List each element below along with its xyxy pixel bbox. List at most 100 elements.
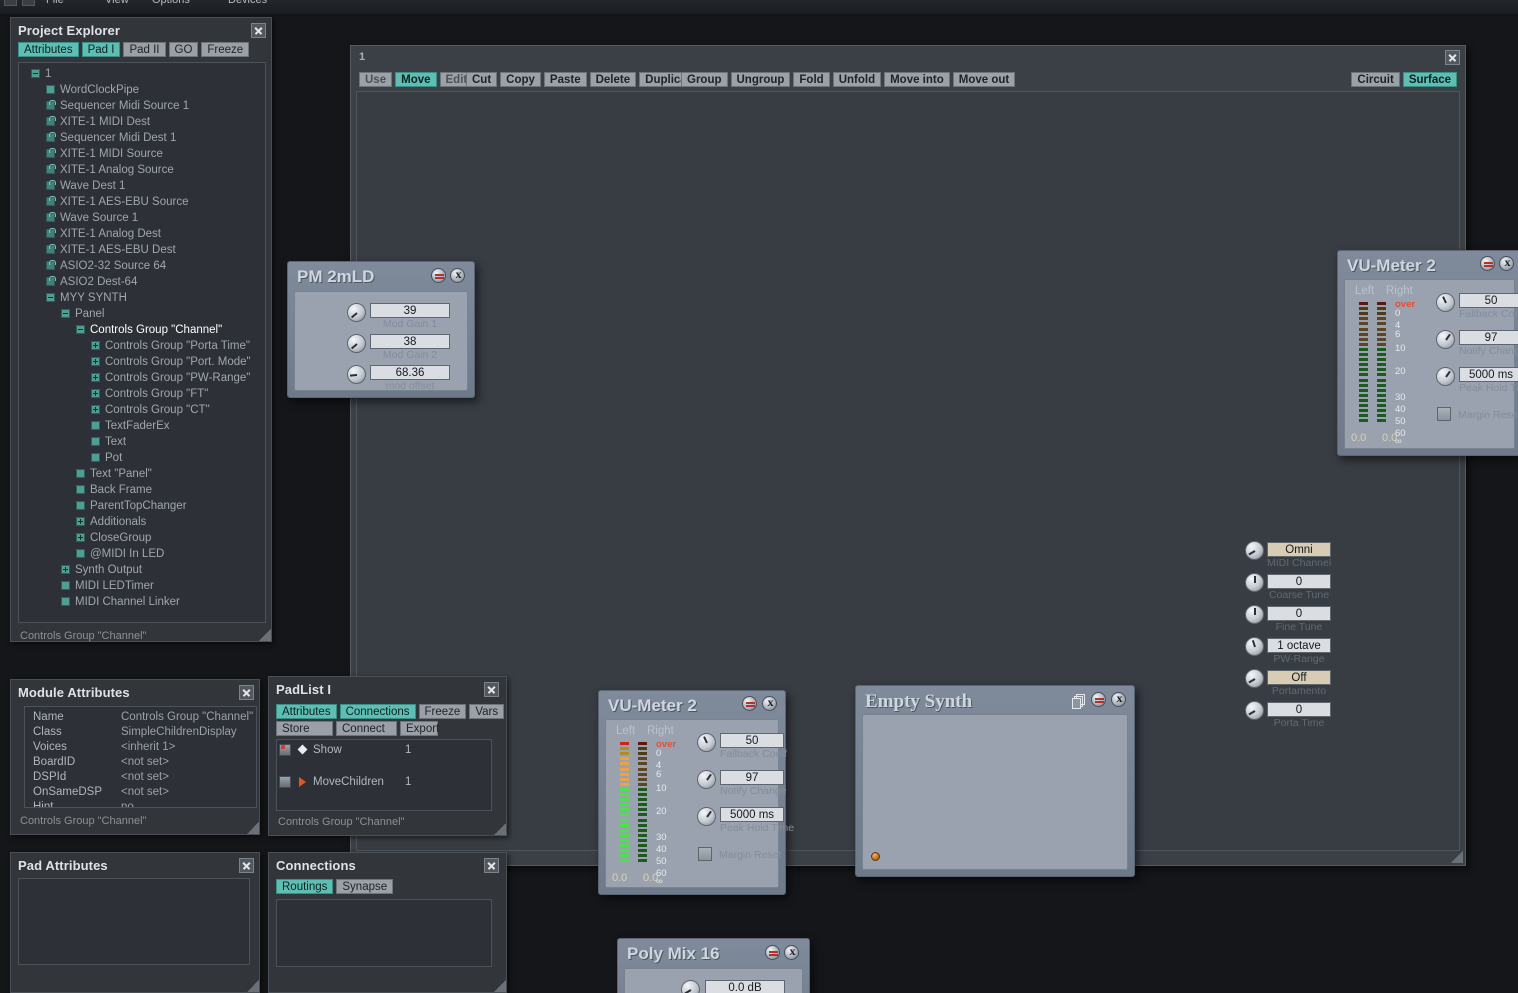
tree-item[interactable]: XITE-1 AES-EBU Source [23,194,265,210]
tree-item[interactable]: MYY SYNTH [23,290,265,306]
connections-tab-routings[interactable]: Routings [276,879,334,894]
paste-button[interactable]: Paste [543,72,587,87]
module-attributes-close-button[interactable] [239,685,254,700]
attribute-row[interactable]: BoardID <not set> [33,755,256,770]
pad-attributes-grid[interactable] [18,878,250,965]
system-menu-button[interactable] [4,0,17,6]
padlist-export-button[interactable]: Export [400,721,439,736]
poly-mix-window[interactable]: Poly Mix 16 0.0 dB [617,938,810,993]
vumeter-top-close-button[interactable] [1499,255,1515,271]
tree-item[interactable]: Wave Source 1 [23,210,265,226]
tree-item[interactable]: MIDI Channel Linker [23,594,265,610]
tree-item[interactable]: Sequencer Midi Dest 1 [23,130,265,146]
surface-ctrl-4-knob[interactable] [1245,669,1264,688]
vumeter_top-ctrl-0-value[interactable]: 50 [1459,293,1518,308]
expand-icon[interactable] [91,405,100,415]
tree-item[interactable]: XITE-1 Analog Dest [23,226,265,242]
connections-list[interactable] [276,899,492,967]
copy-button[interactable]: Copy [500,72,541,87]
surface-ctrl-1-knob[interactable] [1245,573,1264,592]
vumeter_mid-ctrl-2-knob[interactable] [697,807,716,826]
copy-icon[interactable] [1072,694,1086,709]
tree-item[interactable]: Back Frame [23,482,265,498]
tree-item[interactable]: Wave Dest 1 [23,178,265,194]
move-out-button[interactable]: Move out [952,72,1016,87]
pm2mld-minimize-button[interactable] [431,268,446,283]
padlist-row[interactable]: MoveChildren 1 [277,758,491,788]
surface-ctrl-0-knob[interactable] [1245,541,1264,560]
tree-item[interactable]: Text [23,434,265,450]
vumeter-top-window[interactable]: VU-Meter 2 LeftRightover046102030405060∞… [1337,250,1518,456]
vumeter_top-ctrl-2-knob[interactable] [1436,367,1455,386]
delete-button[interactable]: Delete [589,72,637,87]
group-button[interactable]: Group [681,72,728,87]
polymix-ctrl-0-knob[interactable] [681,980,700,993]
pm2mld-ctrl-1-value[interactable]: 38 [370,334,450,349]
collapse-icon[interactable] [31,69,40,79]
tree-item[interactable]: Pot [23,450,265,466]
polymix-ctrl-0-value[interactable]: 0.0 dB [705,980,785,993]
padlist-connect-button[interactable]: Connect [336,721,397,736]
fold-button[interactable]: Fold [793,72,830,87]
tree-item[interactable]: WordClockPipe [23,82,265,98]
vumeter_top-ctrl-1-knob[interactable] [1436,330,1455,349]
tab-freeze[interactable]: Freeze [201,42,250,57]
mode-move-button[interactable]: Move [395,72,437,87]
connections-close-button[interactable] [484,858,499,873]
tree-item[interactable]: XITE-1 Analog Source [23,162,265,178]
tree-item[interactable]: Panel [23,306,265,322]
padlist-row[interactable]: Show 1 [277,742,491,758]
module-attributes-grid[interactable]: Name Controls Group "Channel" Class SimpleC… [24,706,257,808]
tab-pad-i[interactable]: Pad I [81,42,121,57]
pm2mld-ctrl-0-value[interactable]: 39 [370,303,450,318]
project-tree[interactable]: 1 WordClockPipe Sequencer Midi Source 1 XIT… [18,62,266,623]
vumeter_mid-ctrl-1-knob[interactable] [697,770,716,789]
attribute-row[interactable]: OnSameDSP <not set> [33,785,256,800]
vumeter-mid-close-button[interactable] [762,695,778,711]
expand-icon[interactable] [76,533,85,543]
canvas-resize-grip[interactable] [1451,851,1463,863]
surface-ctrl-3-knob[interactable] [1245,637,1264,656]
tab-attributes[interactable]: Attributes [18,42,79,57]
vumeter_mid-ctrl-1-value[interactable]: 97 [720,770,784,785]
surface-ctrl-5-value[interactable]: 0 [1267,702,1331,717]
tree-item[interactable]: Controls Group "Port. Mode" [23,354,265,370]
pad-attributes-panel[interactable]: Pad Attributes [10,852,260,993]
tree-item[interactable]: 1 [23,66,265,82]
pm2mld-close-button[interactable] [450,267,466,283]
padlist-resize-grip[interactable] [494,823,506,835]
tree-item[interactable]: ASIO2-32 Source 64 [23,258,265,274]
vumeter_mid-ctrl-2-value[interactable]: 5000 ms [720,807,784,822]
attribute-row[interactable]: Class SimpleChildrenDisplay [33,725,256,740]
empty-synth-minimize-button[interactable] [1091,692,1106,707]
module-attributes-resize-grip[interactable] [247,822,259,834]
ungroup-button[interactable]: Ungroup [730,72,791,87]
tree-item[interactable]: XITE-1 AES-EBU Dest [23,242,265,258]
attribute-row[interactable]: DSPId <not set> [33,770,256,785]
tree-item[interactable]: MIDI LEDTimer [23,578,265,594]
tree-item[interactable]: CloseGroup [23,530,265,546]
canvas-close-button[interactable] [1445,50,1460,65]
surface-ctrl-2-value[interactable]: 0 [1267,606,1331,621]
empty-synth-close-button[interactable] [1111,691,1127,707]
padlist-panel[interactable]: PadList I Attributes Connections Freeze … [268,676,507,836]
vumeter_top-ctrl-2-value[interactable]: 5000 ms [1459,367,1518,382]
module-attributes-panel[interactable]: Module Attributes Name Controls Group "Ch… [10,679,260,835]
system-restore-button[interactable] [22,0,35,6]
attribute-row[interactable]: Voices <inherit 1> [33,740,256,755]
tree-item[interactable]: TextFaderEx [23,418,265,434]
expand-icon[interactable] [91,341,100,351]
padlist-close-button[interactable] [484,682,499,697]
tree-item[interactable]: Controls Group "FT" [23,386,265,402]
padlist-store-button[interactable]: Store [276,721,333,736]
pm2mld-ctrl-0-knob[interactable] [347,303,366,322]
vumeter_top-ctrl-1-value[interactable]: 97 [1459,330,1518,345]
tree-item[interactable]: Controls Group "Porta Time" [23,338,265,354]
padlist-tab-freeze[interactable]: Freeze [418,704,467,719]
attribute-row[interactable]: Hint no [33,800,256,807]
collapse-icon[interactable] [76,325,85,335]
move-into-button[interactable]: Move into [884,72,950,87]
padlist-rows[interactable]: Show 1 MoveChildren 1 [276,739,492,811]
tab-go[interactable]: GO [168,42,199,57]
tree-item[interactable]: Controls Group "PW-Range" [23,370,265,386]
